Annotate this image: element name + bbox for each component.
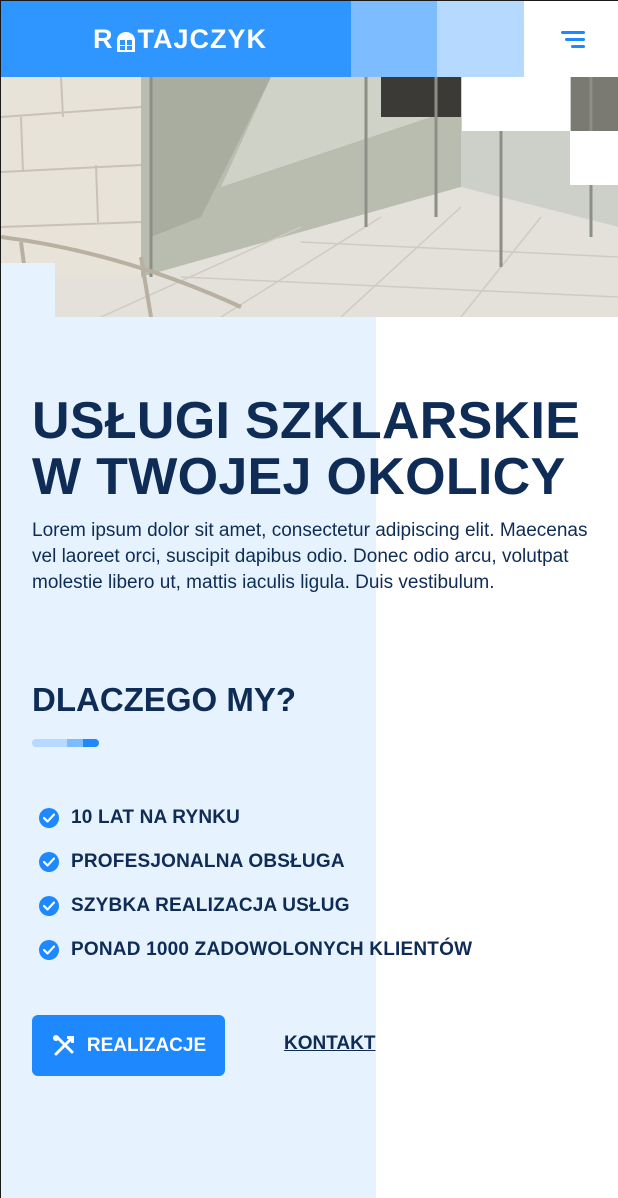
logo[interactable]: R TAJCZYK (93, 23, 267, 55)
header-accent-block-light (437, 1, 524, 77)
logo-text-start: R (93, 23, 114, 54)
check-circle-icon (39, 940, 59, 960)
hero-corner-block (462, 77, 570, 131)
header-accent-block (351, 1, 437, 77)
list-item: 10 LAT NA RYNKU (39, 796, 472, 840)
page: R TAJCZYK USŁUGI SZKLARSKIE W TWOJEJ OKO… (0, 0, 618, 1198)
intro-text: Lorem ipsum dolor sit amet, consectetur … (32, 520, 588, 593)
hamburger-menu-icon[interactable] (557, 27, 589, 53)
section-title: DLACZEGO MY? (32, 681, 296, 718)
page-title: USŁUGI SZKLARSKIE W TWOJEJ OKOLICY (32, 393, 592, 505)
list-item: PONAD 1000 ZADOWOLONYCH KLIENTÓW (39, 928, 472, 972)
tools-icon (52, 1034, 74, 1055)
feature-label: PONAD 1000 ZADOWOLONYCH KLIENTÓW (71, 939, 473, 960)
feature-label: 10 LAT NA RYNKU (71, 807, 241, 828)
check-circle-icon (39, 808, 59, 828)
site-header: R TAJCZYK (1, 1, 618, 77)
realizacje-button[interactable]: REALIZACJE (32, 1015, 225, 1076)
page-title-line2: W TWOJEJ OKOLICY (32, 448, 566, 506)
logo-text-end: TAJCZYK (137, 23, 268, 54)
page-title-line1: USŁUGI SZKLARSKIE (32, 392, 581, 450)
window-icon (116, 29, 136, 52)
feature-label: PROFESJONALNA OBSŁUGA (71, 851, 345, 872)
hero-corner-block (570, 131, 618, 185)
list-item: SZYBKA REALIZACJA USŁUG (39, 884, 472, 928)
check-circle-icon (39, 852, 59, 872)
kontakt-link[interactable]: KONTAKT (284, 1033, 375, 1055)
realizacje-button-label: REALIZACJE (86, 1034, 207, 1056)
check-circle-icon (39, 896, 59, 916)
section-accent-bar (32, 739, 99, 747)
list-item: PROFESJONALNA OBSŁUGA (39, 840, 472, 884)
feature-list: 10 LAT NA RYNKU PROFESJONALNA OBSŁUGA SZ… (39, 796, 472, 972)
hero-notch (1, 263, 55, 317)
feature-label: SZYBKA REALIZACJA USŁUG (71, 895, 350, 916)
